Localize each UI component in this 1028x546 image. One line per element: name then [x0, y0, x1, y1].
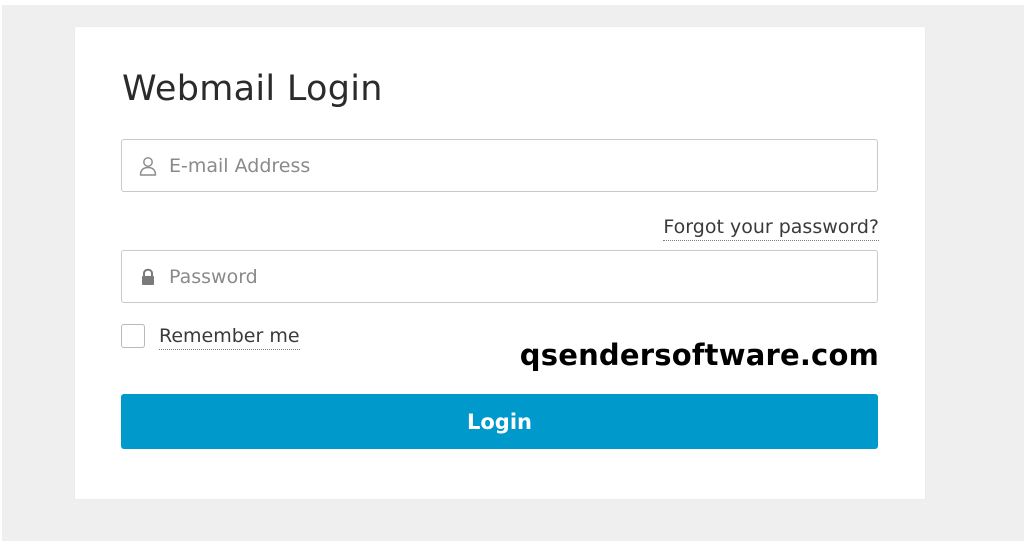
remember-me-checkbox[interactable] [121, 324, 145, 348]
login-card: Webmail Login Forgot your password? Reme… [75, 27, 925, 499]
user-icon [138, 156, 158, 176]
forgot-password-link[interactable]: Forgot your password? [663, 215, 879, 241]
email-field[interactable] [121, 139, 878, 192]
remember-me-label[interactable]: Remember me [159, 324, 300, 350]
lock-icon [138, 267, 158, 287]
login-button[interactable]: Login [121, 394, 878, 449]
watermark-text: qsendersoftware.com [519, 338, 879, 372]
email-input[interactable] [169, 140, 859, 191]
password-field[interactable] [121, 250, 878, 303]
password-input[interactable] [169, 251, 859, 302]
page-title: Webmail Login [122, 69, 383, 109]
